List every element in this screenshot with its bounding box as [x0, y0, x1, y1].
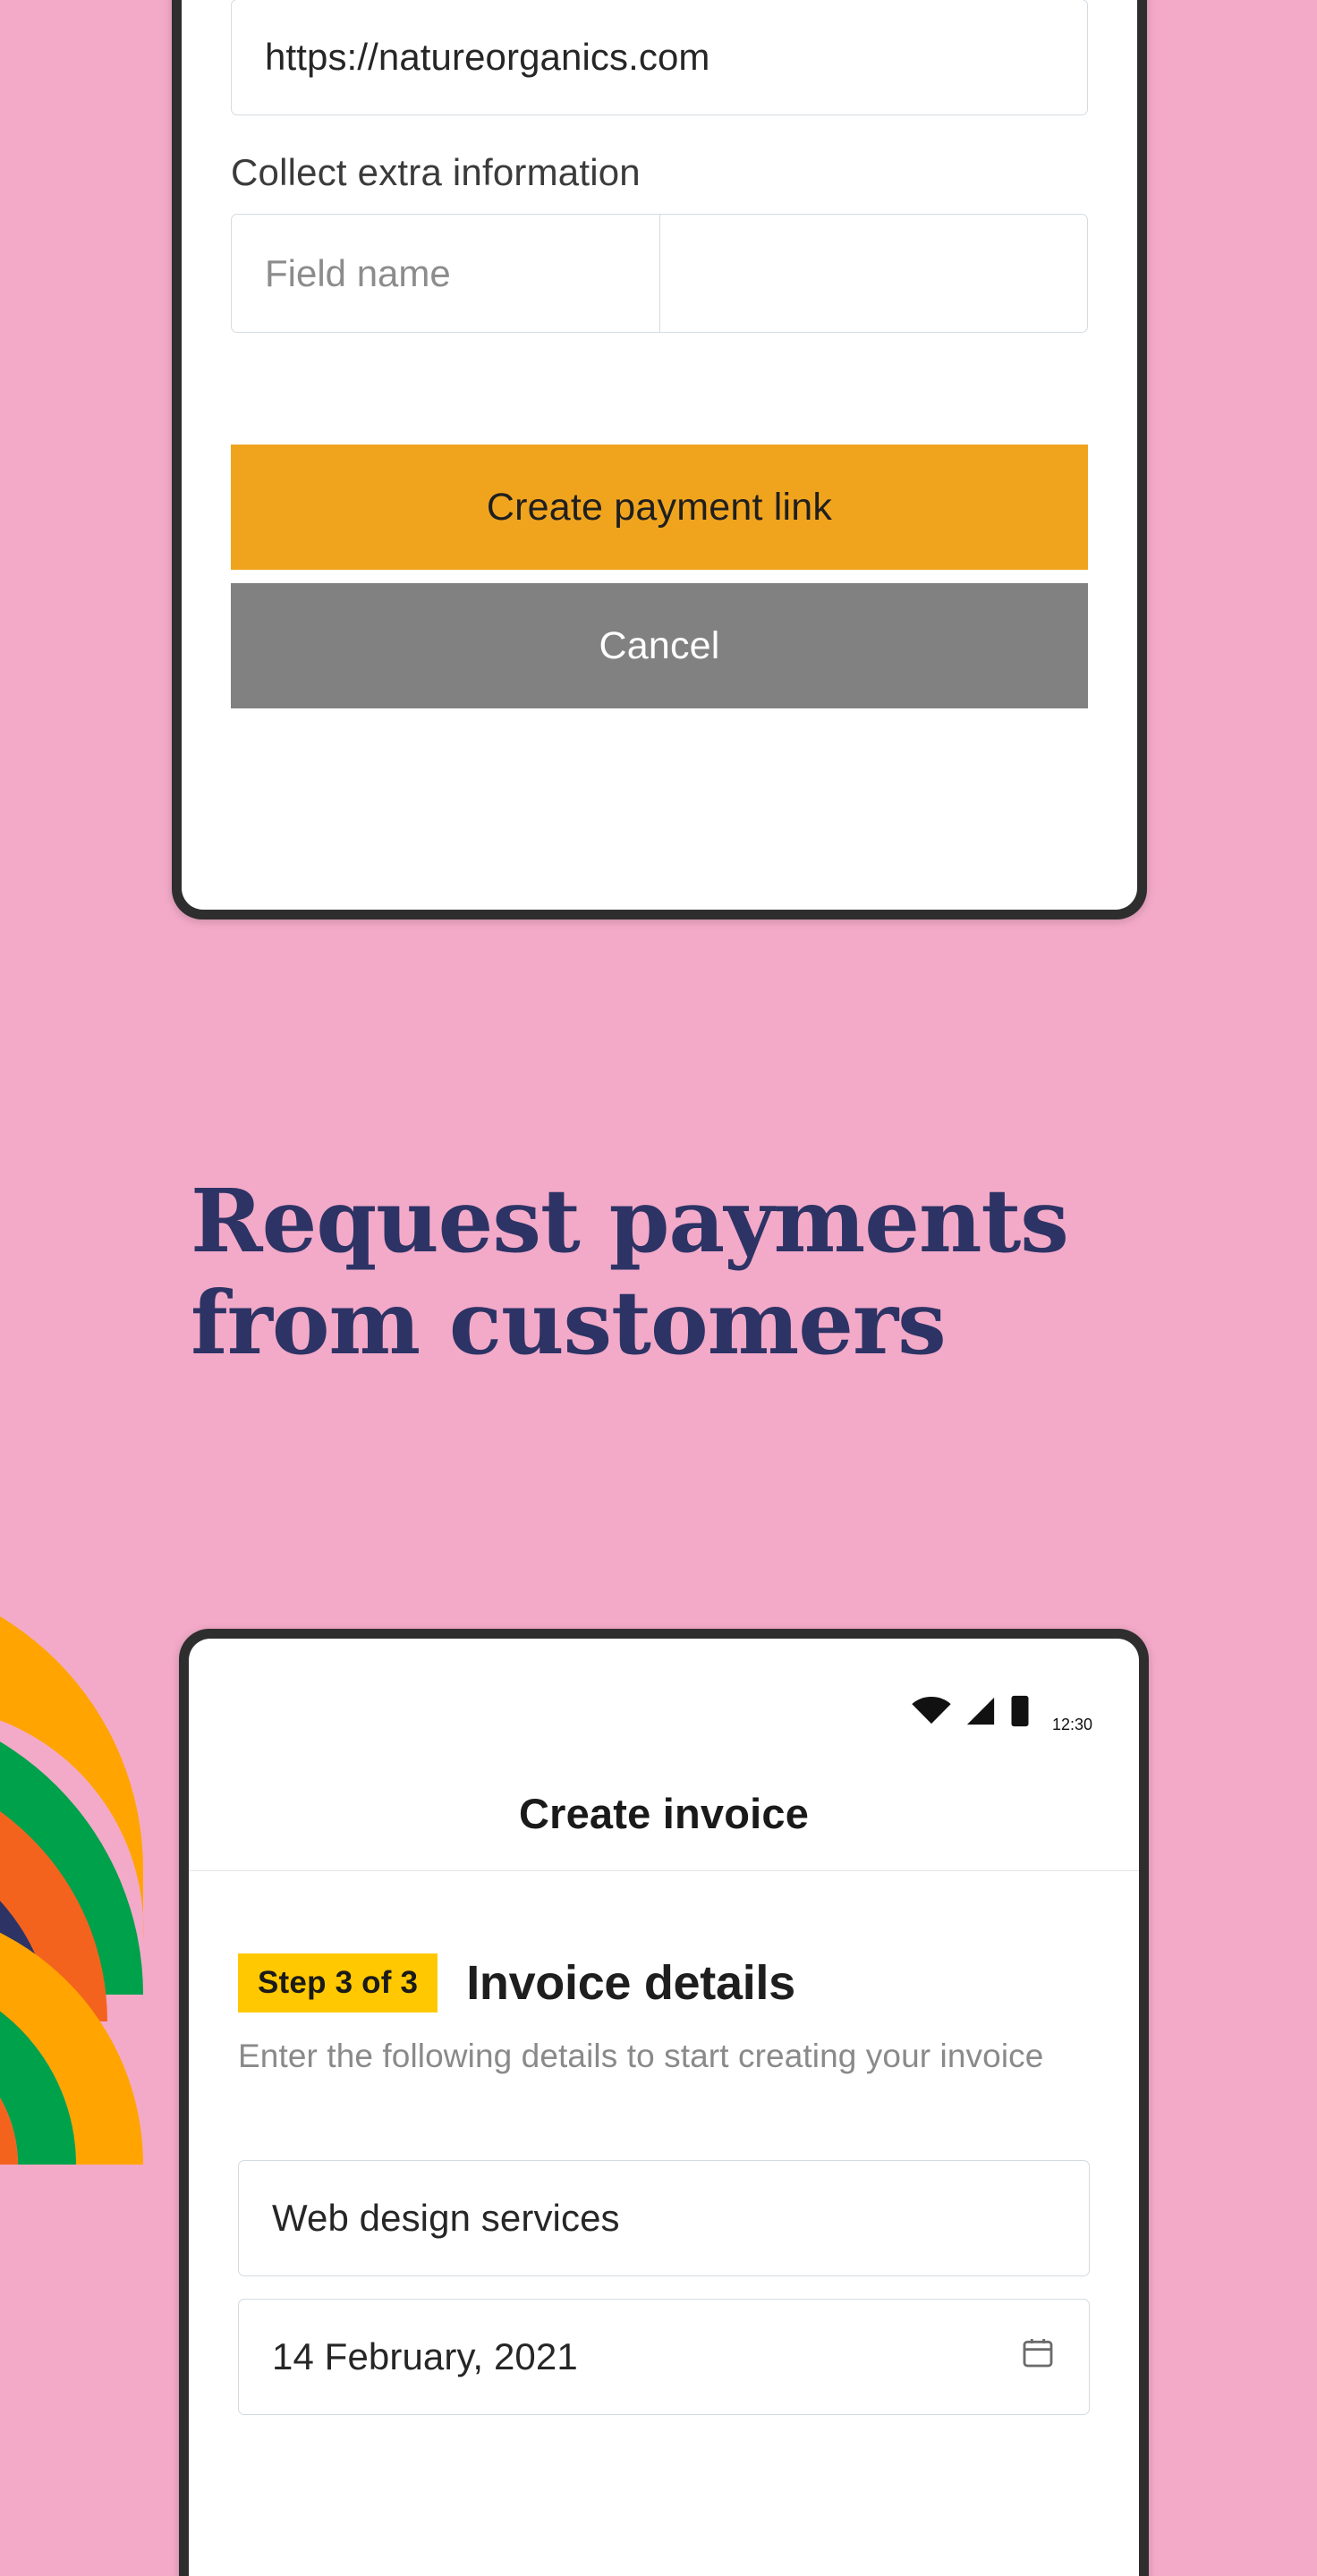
status-badge-step: Step 3 of 3: [238, 1953, 438, 2012]
status-bar: 12:30: [189, 1639, 1139, 1757]
page-headline: Request payments from customers: [191, 1170, 1193, 1375]
collect-extra-information-label: Collect extra information: [231, 151, 641, 193]
status-bar-time: 12:30: [1051, 1716, 1092, 1733]
signal-icon: [963, 1696, 998, 1731]
app-bar-title: Create invoice: [189, 1757, 1139, 1871]
calendar-icon[interactable]: [1020, 2334, 1056, 2379]
invoice-date-value: 14 February, 2021: [272, 2335, 578, 2377]
field-value-input[interactable]: [660, 215, 1088, 332]
phone-mockup-payment-link: https://natureorganics.com Collect extra…: [172, 0, 1147, 919]
invoice-date-field[interactable]: 14 February, 2021: [238, 2299, 1090, 2415]
wifi-icon: [911, 1696, 952, 1731]
company-website-field[interactable]: https://natureorganics.com: [231, 0, 1088, 115]
extra-information-row[interactable]: Field name: [231, 214, 1088, 333]
headline-line-2: from customers: [191, 1272, 947, 1375]
phone-screen-payment-link: https://natureorganics.com Collect extra…: [182, 0, 1137, 910]
status-bar-icons: [911, 1694, 1031, 1733]
step-title: Invoice details: [466, 1956, 795, 2010]
headline-line-1: Request payments: [191, 1170, 1069, 1272]
cancel-button[interactable]: Cancel: [231, 583, 1088, 708]
phone-screen-create-invoice: 12:30 Create invoice Step 3 of 3 Invoice…: [189, 1639, 1139, 2576]
step-subtitle: Enter the following details to start cre…: [238, 2038, 1044, 2074]
create-payment-link-button[interactable]: Create payment link: [231, 445, 1088, 570]
invoice-description-value: Web design services: [272, 2197, 620, 2239]
step-row: Step 3 of 3 Invoice details: [238, 1953, 1090, 2012]
phone-mockup-create-invoice: 12:30 Create invoice Step 3 of 3 Invoice…: [179, 1629, 1149, 2576]
field-name-input[interactable]: Field name: [232, 215, 660, 332]
battery-icon: [1009, 1694, 1031, 1733]
company-website-value: https://natureorganics.com: [265, 36, 710, 78]
invoice-description-field[interactable]: Web design services: [238, 2160, 1090, 2276]
